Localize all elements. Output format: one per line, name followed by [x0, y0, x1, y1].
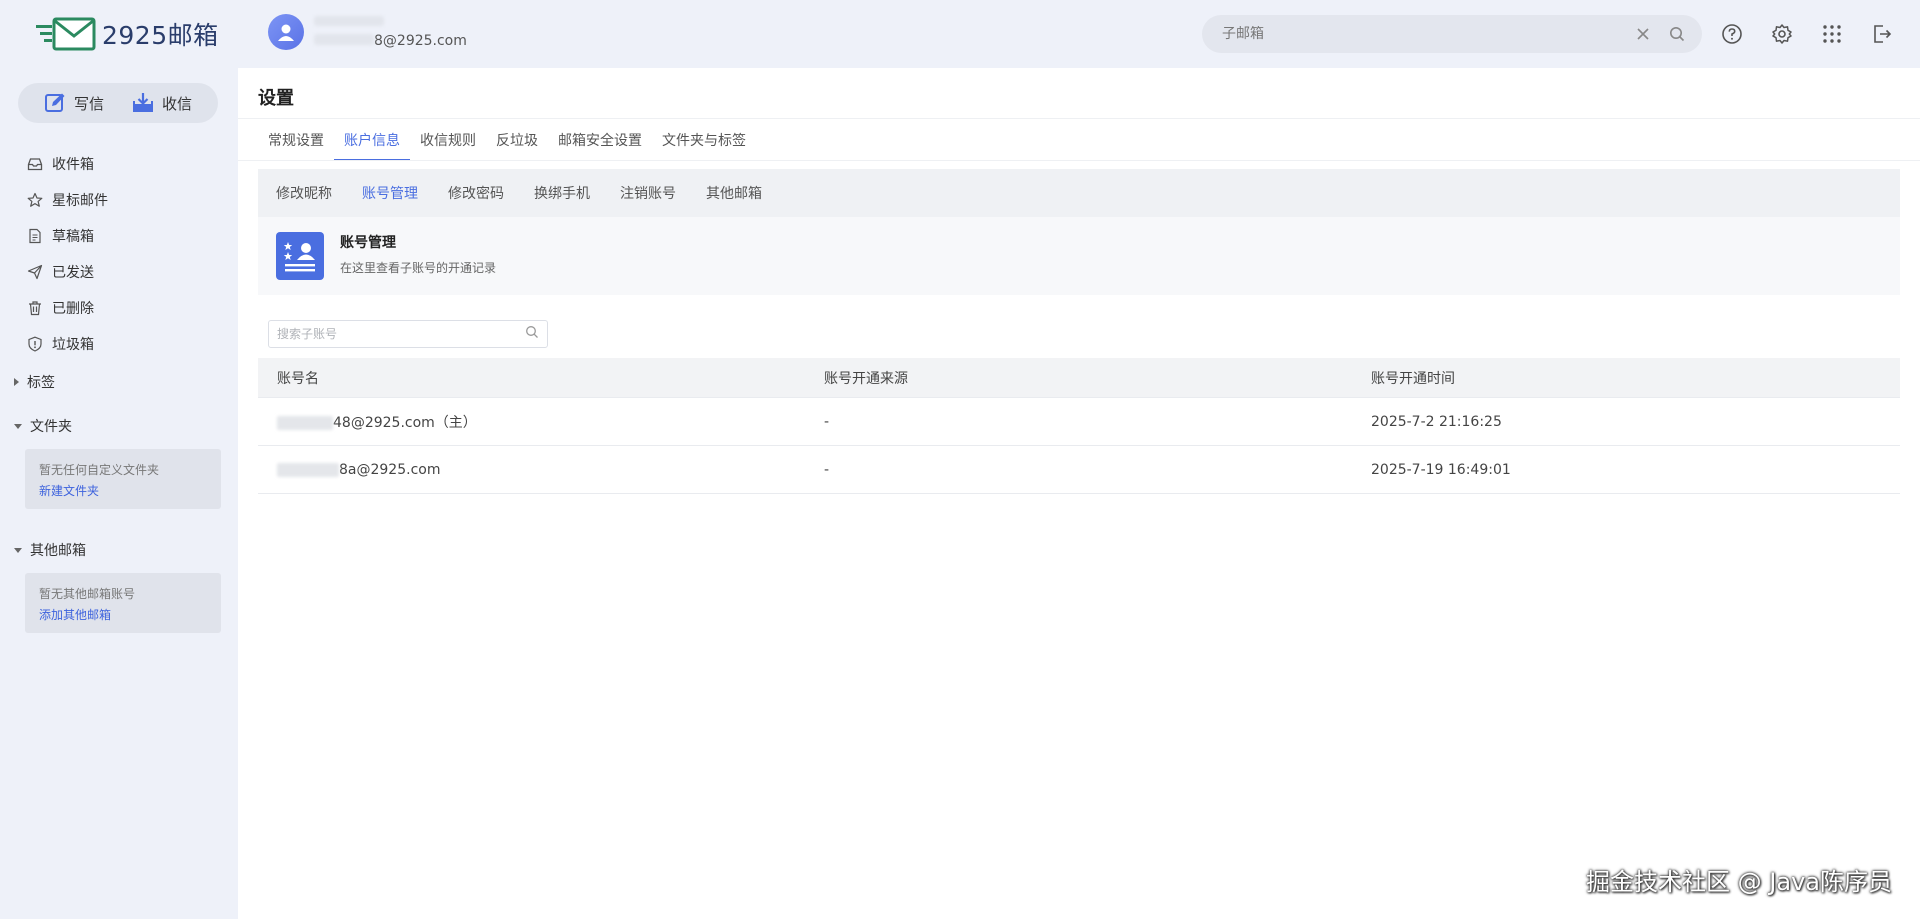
clear-icon[interactable]	[1632, 23, 1654, 45]
column-header: 账号开通来源	[824, 370, 908, 387]
search-input[interactable]	[1222, 26, 1620, 42]
logo-text: 2925邮箱	[102, 21, 219, 50]
subtab-change-phone[interactable]: 换绑手机	[519, 183, 605, 203]
receive-icon	[132, 93, 153, 112]
sidebar-item-label: 垃圾箱	[52, 337, 94, 353]
tab-anti-spam[interactable]: 反垃圾	[486, 127, 548, 161]
account-source-cell: -	[824, 461, 830, 478]
receive-button[interactable]: 收信	[132, 92, 192, 114]
account-time-cell: 2025-7-19 16:49:01	[1371, 461, 1511, 478]
subtab-other-mailboxes[interactable]: 其他邮箱	[691, 183, 777, 203]
sub-account-search-input[interactable]	[277, 327, 525, 341]
tab-receive-rules[interactable]: 收信规则	[410, 127, 486, 161]
mail-logo-icon	[36, 17, 96, 51]
compose-icon	[44, 93, 65, 112]
tab-security[interactable]: 邮箱安全设置	[548, 127, 652, 161]
card-title: 账号管理	[340, 235, 396, 251]
apps-grid-icon[interactable]	[1820, 20, 1844, 48]
sidebar-item-inbox[interactable]: 收件箱	[26, 146, 108, 182]
account-subtabs: 修改昵称 账号管理 修改密码 换绑手机 注销账号 其他邮箱	[258, 169, 1900, 217]
card-description: 在这里查看子账号的开通记录	[340, 261, 497, 275]
subtab-change-password[interactable]: 修改密码	[433, 183, 519, 203]
tab-general[interactable]: 常规设置	[258, 127, 334, 161]
folders-label: 文件夹	[30, 419, 72, 435]
sidebar-item-label: 草稿箱	[52, 229, 94, 245]
sidebar-item-label: 已删除	[52, 301, 94, 317]
search-icon[interactable]	[525, 325, 539, 343]
sidebar-item-deleted[interactable]: 已删除	[26, 290, 108, 326]
chevron-right-icon	[14, 378, 19, 386]
folder-nav: 收件箱 星标邮件 草稿箱 已发送 已删除 垃圾箱	[26, 146, 108, 362]
user-name	[314, 15, 467, 29]
tab-account-info[interactable]: 账户信息	[334, 127, 410, 161]
column-header: 账号名	[277, 370, 319, 387]
sub-account-table: 账号名 账号开通来源 账号开通时间 48@2925.com（主） - 2025-…	[258, 358, 1900, 494]
compose-label: 写信	[73, 94, 104, 113]
app-logo[interactable]: 2925邮箱	[34, 16, 219, 52]
table-header: 账号名 账号开通来源 账号开通时间	[258, 358, 1900, 398]
tab-folders-tags[interactable]: 文件夹与标签	[652, 127, 756, 161]
account-management-card: 账号管理 在这里查看子账号的开通记录	[258, 217, 1900, 295]
top-header: 2925邮箱 8@2925.com	[0, 0, 1920, 68]
star-icon	[26, 191, 44, 209]
divider	[238, 160, 1920, 161]
subtab-edit-nickname[interactable]: 修改昵称	[261, 183, 347, 203]
account-name-cell: 48@2925.com（主）	[258, 412, 805, 432]
user-email: 8@2925.com	[314, 33, 467, 49]
sidebar-item-label: 星标邮件	[52, 193, 108, 209]
help-icon[interactable]	[1720, 20, 1744, 48]
other-mail-label: 其他邮箱	[30, 543, 86, 559]
other-mail-section-toggle[interactable]: 其他邮箱	[14, 540, 86, 560]
add-other-mail-link[interactable]: 添加其他邮箱	[39, 605, 207, 626]
other-mail-empty-box: 暂无其他邮箱账号 添加其他邮箱	[25, 573, 221, 633]
divider	[238, 118, 1920, 119]
tags-label: 标签	[27, 375, 55, 391]
avatar[interactable]	[268, 14, 304, 50]
compose-bar: 写信 收信	[18, 83, 218, 123]
sidebar-item-label: 收件箱	[52, 157, 94, 173]
folders-empty-box: 暂无任何自定义文件夹 新建文件夹	[25, 449, 221, 509]
column-header: 账号开通时间	[1371, 370, 1455, 387]
inbox-icon	[26, 155, 44, 173]
send-icon	[26, 263, 44, 281]
user-avatar-icon	[278, 24, 294, 41]
trash-icon	[26, 299, 44, 317]
folders-section-toggle[interactable]: 文件夹	[14, 416, 72, 436]
settings-tabs: 常规设置 账户信息 收信规则 反垃圾 邮箱安全设置 文件夹与标签	[258, 127, 756, 161]
folders-empty-text: 暂无任何自定义文件夹	[39, 463, 160, 477]
chevron-down-icon	[14, 423, 22, 429]
sub-account-search	[268, 320, 548, 348]
compose-button[interactable]: 写信	[44, 92, 104, 114]
tags-section-toggle[interactable]: 标签	[14, 372, 55, 392]
sidebar: 写信 收信 收件箱 星标邮件 草稿箱 已发送 已删除 垃圾箱 标签 文件夹 暂无…	[0, 68, 238, 919]
search-icon[interactable]	[1666, 23, 1688, 45]
spam-shield-icon	[26, 335, 44, 353]
sidebar-item-sent[interactable]: 已发送	[26, 254, 108, 290]
account-source-cell: -	[824, 413, 830, 430]
user-profile[interactable]: 8@2925.com	[268, 14, 467, 50]
draft-icon	[26, 227, 44, 245]
sidebar-item-starred[interactable]: 星标邮件	[26, 182, 108, 218]
page-title: 设置	[258, 88, 294, 109]
receive-label: 收信	[161, 94, 192, 113]
account-time-cell: 2025-7-2 21:16:25	[1371, 413, 1502, 430]
subtab-account-management[interactable]: 账号管理	[347, 183, 433, 203]
subtab-cancel-account[interactable]: 注销账号	[605, 183, 691, 203]
table-row[interactable]: 48@2925.com（主） - 2025-7-2 21:16:25	[258, 398, 1900, 446]
new-folder-link[interactable]: 新建文件夹	[39, 481, 207, 502]
watermark: 掘金技术社区 @ Java陈序员	[1586, 868, 1892, 896]
other-mail-empty-text: 暂无其他邮箱账号	[39, 587, 136, 601]
sidebar-item-drafts[interactable]: 草稿箱	[26, 218, 108, 254]
gear-icon[interactable]	[1770, 20, 1794, 48]
settings-panel: 设置 常规设置 账户信息 收信规则 反垃圾 邮箱安全设置 文件夹与标签 修改昵称…	[238, 68, 1920, 919]
account-name-cell: 8a@2925.com	[258, 462, 805, 478]
chevron-down-icon	[14, 547, 22, 553]
table-row[interactable]: 8a@2925.com - 2025-7-19 16:49:01	[258, 446, 1900, 494]
sidebar-item-label: 已发送	[52, 265, 94, 281]
logout-icon[interactable]	[1870, 20, 1894, 48]
global-search	[1202, 15, 1702, 53]
sidebar-item-spam[interactable]: 垃圾箱	[26, 326, 108, 362]
account-card-icon	[276, 232, 324, 280]
